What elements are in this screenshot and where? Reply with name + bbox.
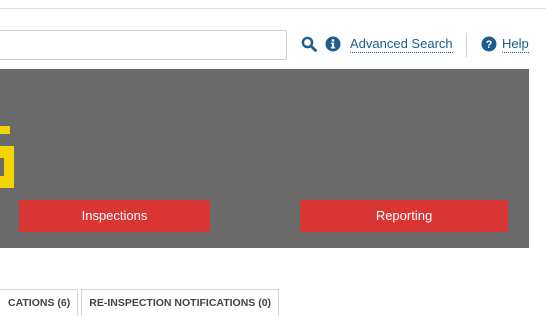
search-icon[interactable] [301,36,317,52]
tab-reinspection-notifications[interactable]: RE-INSPECTION NOTIFICATIONS (0) [81,289,280,316]
header-divider [466,33,467,57]
logo-graphic [0,126,14,188]
help-icon[interactable]: ? [481,36,497,52]
hero-banner: Inspections Reporting [0,69,529,248]
search-input[interactable] [0,30,287,60]
info-icon[interactable] [325,36,341,52]
help-link[interactable]: Help [502,36,529,53]
tab-notifications[interactable]: CATIONS (6) [0,289,79,316]
page: Advanced Search ? Help Inspections Repor… [0,0,546,316]
inspections-button[interactable]: Inspections [19,200,210,232]
tab-bar: CATIONS (6) RE-INSPECTION NOTIFICATIONS … [0,289,282,316]
reporting-button[interactable]: Reporting [300,200,508,232]
svg-text:?: ? [486,39,493,51]
top-divider [0,8,546,9]
advanced-search-link[interactable]: Advanced Search [350,36,453,53]
